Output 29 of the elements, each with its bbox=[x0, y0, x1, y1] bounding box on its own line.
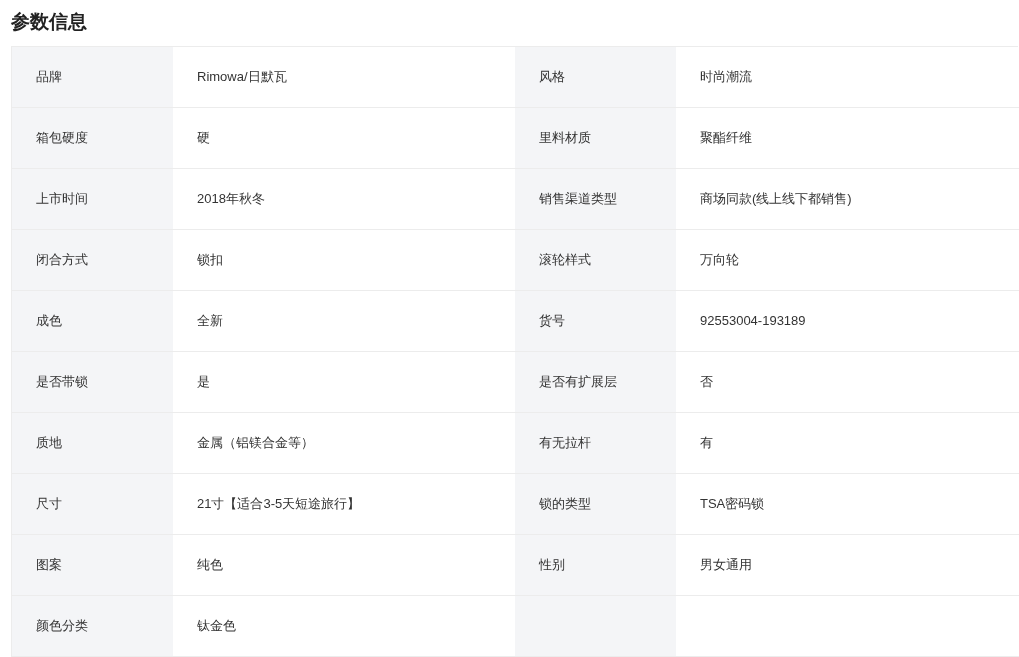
param-label-cell: 尺寸 bbox=[12, 474, 173, 535]
param-label-cell: 质地 bbox=[12, 413, 173, 474]
param-label-cell: 滚轮样式 bbox=[515, 230, 676, 291]
param-label-cell: 有无拉杆 bbox=[515, 413, 676, 474]
param-label-cell: 是否有扩展层 bbox=[515, 352, 676, 413]
param-label-cell: 是否带锁 bbox=[12, 352, 173, 413]
param-value-cell: 否 bbox=[676, 352, 1019, 413]
param-label-cell: 颜色分类 bbox=[12, 596, 173, 657]
section-title: 参数信息 bbox=[10, 10, 88, 34]
param-value-cell: 聚酯纤维 bbox=[676, 108, 1019, 169]
param-label-cell: 里料材质 bbox=[515, 108, 676, 169]
param-value-cell: TSA密码锁 bbox=[676, 474, 1019, 535]
param-label-cell: 图案 bbox=[12, 535, 173, 596]
param-value-cell: 有 bbox=[676, 413, 1019, 474]
param-label-cell: 品牌 bbox=[12, 47, 173, 108]
param-value-cell: 92553004-193189 bbox=[676, 291, 1019, 352]
param-label-cell: 货号 bbox=[515, 291, 676, 352]
param-label-cell: 箱包硬度 bbox=[12, 108, 173, 169]
param-label-cell: 风格 bbox=[515, 47, 676, 108]
param-label-cell: 销售渠道类型 bbox=[515, 169, 676, 230]
param-label-cell: 成色 bbox=[12, 291, 173, 352]
param-value-cell: 商场同款(线上线下都销售) bbox=[676, 169, 1019, 230]
param-value-cell: 男女通用 bbox=[676, 535, 1019, 596]
param-label-cell: 锁的类型 bbox=[515, 474, 676, 535]
param-label-cell: 上市时间 bbox=[12, 169, 173, 230]
param-value-cell: 时尚潮流 bbox=[676, 47, 1019, 108]
param-label-cell: 性别 bbox=[515, 535, 676, 596]
param-value-cell: 万向轮 bbox=[676, 230, 1019, 291]
param-label-cell: 闭合方式 bbox=[12, 230, 173, 291]
